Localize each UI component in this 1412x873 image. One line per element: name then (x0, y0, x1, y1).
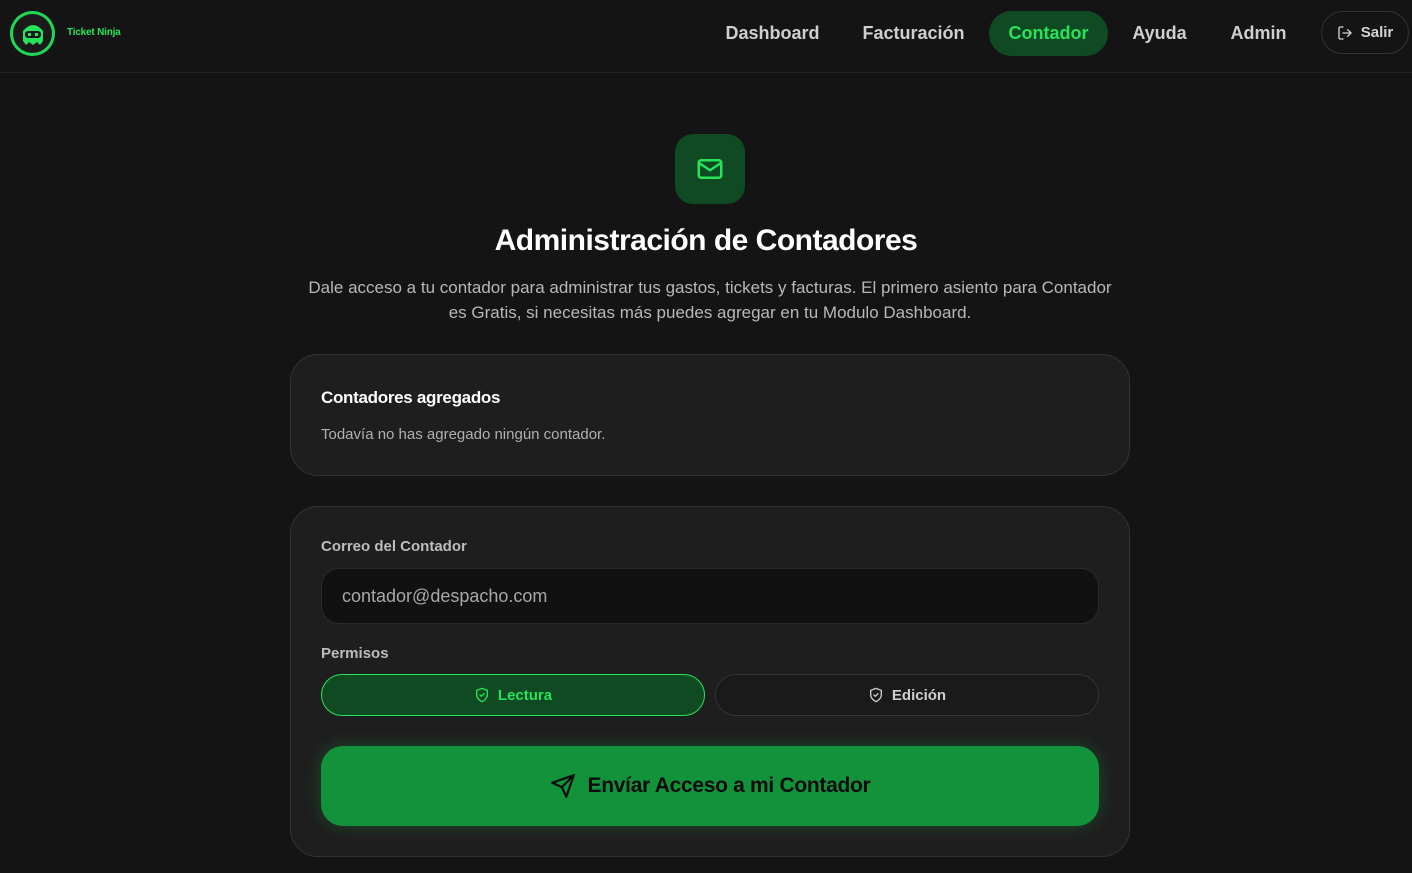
send-access-label: Envíar Acceso a mi Contador (587, 774, 871, 797)
top-navigation: Ticket Ninja Dashboard Facturación Conta… (0, 0, 1412, 73)
hero-mail-badge (675, 134, 745, 204)
brand-name: Ticket Ninja (67, 27, 121, 38)
page-description: Dale acceso a tu contador para administr… (308, 278, 1112, 322)
nav-dashboard[interactable]: Dashboard (709, 11, 836, 56)
email-label: Correo del Contador (321, 538, 467, 555)
accountants-title: Contadores agregados (321, 388, 501, 407)
email-input[interactable] (321, 568, 1099, 624)
nav-admin[interactable]: Admin (1214, 11, 1303, 56)
send-access-button[interactable]: Envíar Acceso a mi Contador (321, 746, 1099, 826)
permissions-label: Permisos (321, 645, 389, 662)
permission-read-button[interactable]: Lectura (321, 674, 705, 716)
ninja-icon (22, 24, 43, 45)
logout-label: Salir (1360, 24, 1394, 41)
mail-icon (697, 159, 723, 179)
accountants-empty-message: Todavía no has agregado ningún contador. (321, 426, 606, 443)
send-icon (550, 774, 575, 798)
ninja-logo[interactable] (10, 11, 55, 56)
shield-check-icon (869, 687, 882, 703)
permission-edit-button[interactable]: Edición (715, 674, 1099, 716)
accountants-card: Contadores agregados Todavía no has agre… (290, 354, 1130, 476)
shield-check-icon (475, 687, 488, 703)
nav-ayuda[interactable]: Ayuda (1116, 11, 1203, 56)
ninja-logo-inner (13, 14, 52, 53)
page-title: Administración de Contadores (494, 224, 918, 257)
nav-contador[interactable]: Contador (989, 11, 1108, 56)
permission-edit-label: Edición (891, 686, 947, 704)
permission-read-label: Lectura (497, 686, 553, 704)
logout-button[interactable]: Salir (1321, 11, 1409, 54)
nav-facturacion[interactable]: Facturación (847, 11, 980, 56)
logout-icon (1338, 25, 1352, 40)
invite-form-card: Correo del Contador Permisos Lectura Edi… (290, 506, 1130, 857)
